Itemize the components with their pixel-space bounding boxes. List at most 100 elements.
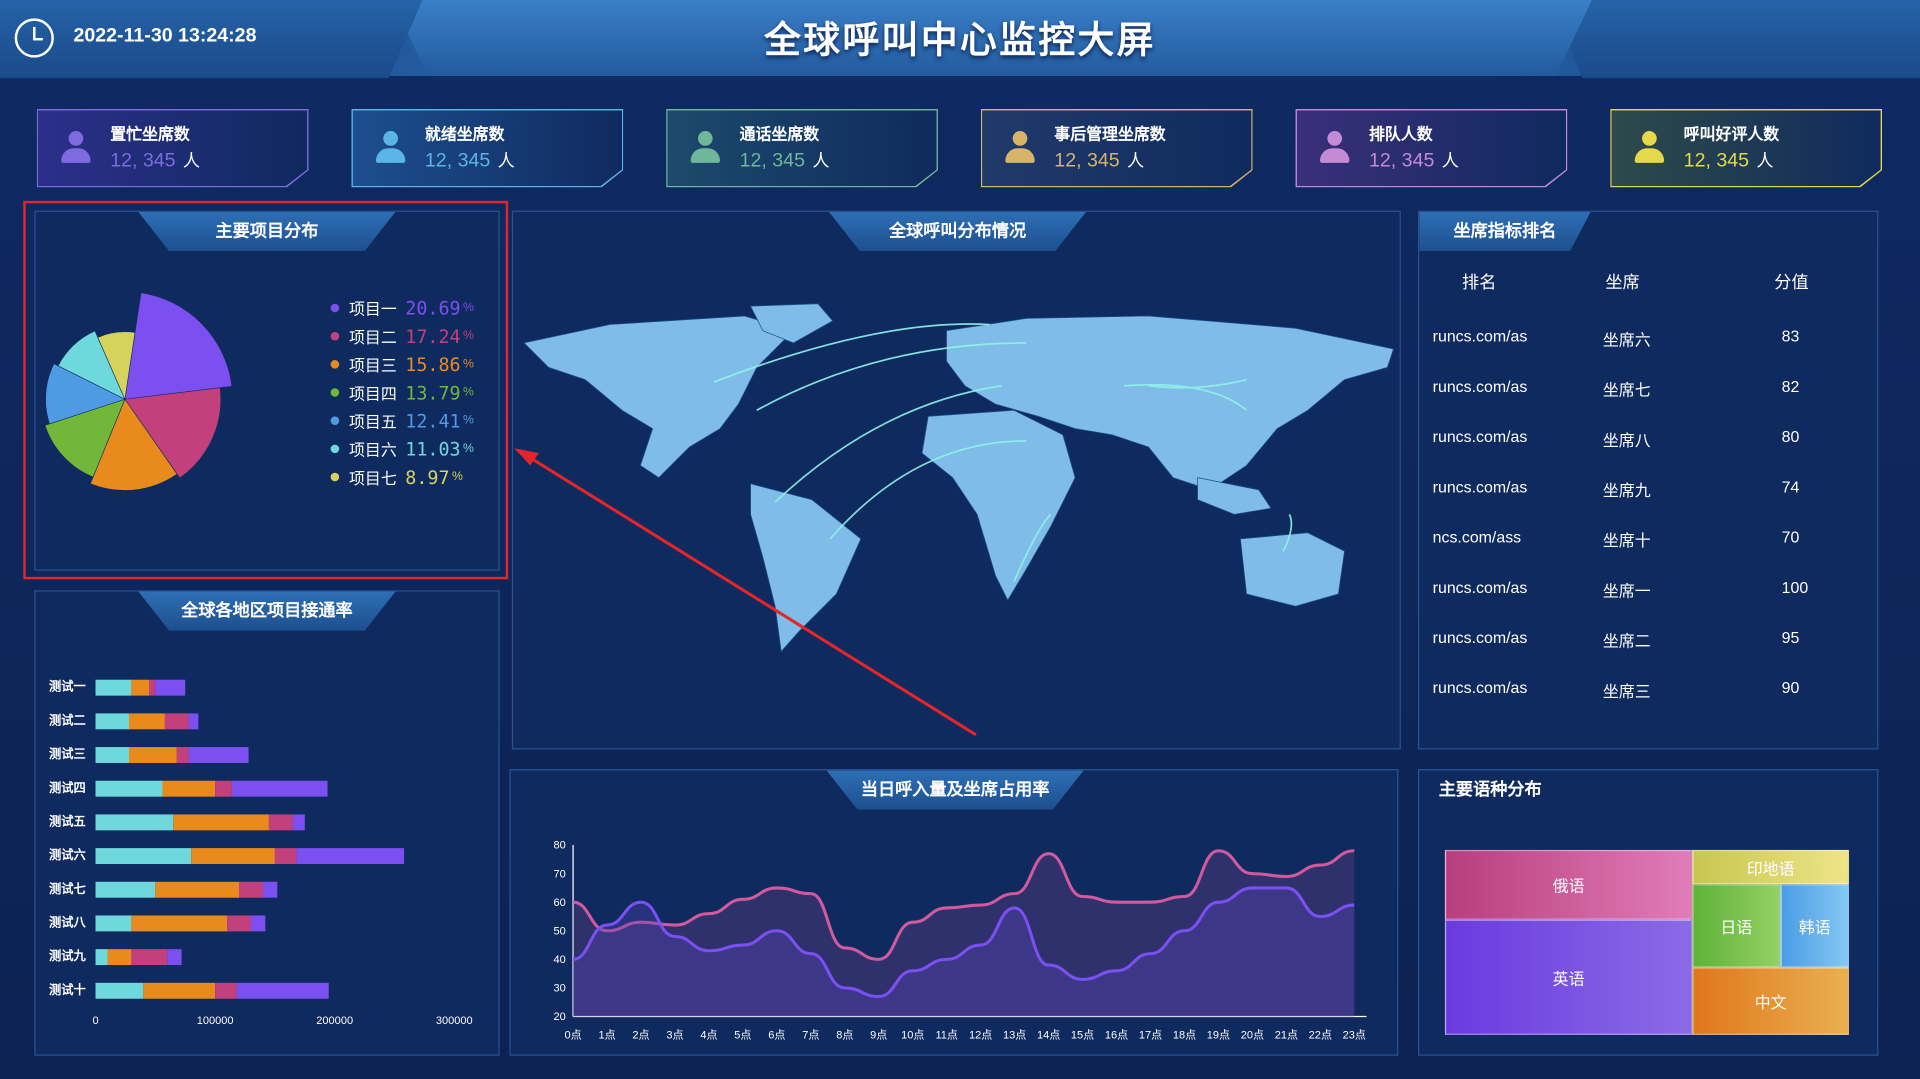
header: 2022-11-30 13:24:28 全球呼叫中心监控大屏 bbox=[0, 0, 1920, 79]
southeast-asia bbox=[1197, 477, 1272, 515]
x-tick-label: 100000 bbox=[197, 1015, 234, 1027]
x-tick-label: 200000 bbox=[316, 1015, 353, 1027]
bar-segment bbox=[95, 982, 144, 999]
bar-segment bbox=[155, 679, 186, 696]
bar-segment bbox=[162, 780, 216, 797]
table-cell: runcs.com/as bbox=[1432, 326, 1528, 346]
x-tick-label: 6点 bbox=[768, 1029, 785, 1042]
table-cell: runcs.com/as bbox=[1432, 578, 1528, 597]
bar-segment bbox=[95, 881, 156, 898]
x-tick-label: 9点 bbox=[870, 1029, 887, 1042]
stat-value: 12, 345 人 bbox=[739, 150, 830, 172]
x-tick-label: 22点 bbox=[1309, 1029, 1332, 1042]
table-cell: runcs.com/as bbox=[1432, 427, 1528, 446]
x-tick-label: 0点 bbox=[564, 1029, 581, 1042]
x-tick-label: 1点 bbox=[598, 1029, 615, 1042]
table-cell: 坐席十 bbox=[1602, 531, 1651, 550]
y-tick-label: 40 bbox=[553, 954, 565, 966]
x-tick-label: 8点 bbox=[836, 1029, 853, 1042]
stat-card: 通话坐席数 12, 345 人 bbox=[666, 108, 938, 188]
user-icon bbox=[1634, 131, 1665, 165]
x-tick-label: 0 bbox=[92, 1015, 98, 1027]
bar-segment bbox=[215, 780, 232, 797]
table-cell: ncs.com/ass bbox=[1432, 527, 1522, 547]
x-tick-label: 17点 bbox=[1139, 1029, 1162, 1042]
stat-label: 事后管理坐席数 bbox=[1054, 124, 1166, 144]
user-icon bbox=[375, 131, 406, 165]
bar-segment bbox=[250, 915, 266, 932]
legend-item: 项目七 8.97% bbox=[330, 463, 474, 491]
table-cell: 坐席二 bbox=[1602, 631, 1651, 651]
bar-segment bbox=[95, 814, 174, 831]
bar-segment bbox=[95, 780, 163, 797]
page-title: 全球呼叫中心监控大屏 bbox=[764, 20, 1156, 62]
bar-segment bbox=[296, 848, 405, 865]
y-tick-label: 测试九 bbox=[49, 948, 86, 963]
table-cell: 82 bbox=[1781, 377, 1800, 396]
table-cell: 坐席三 bbox=[1602, 682, 1651, 701]
stat-card: 排队人数 12, 345 人 bbox=[1295, 108, 1568, 188]
x-tick-label: 20点 bbox=[1241, 1029, 1264, 1042]
bar-segment bbox=[188, 747, 249, 763]
table-cell: runcs.com/as bbox=[1432, 377, 1528, 396]
x-tick-label: 21点 bbox=[1275, 1029, 1298, 1042]
user-icon bbox=[1005, 131, 1035, 165]
stat-card: 呼叫好评人数 12, 345 人 bbox=[1610, 108, 1883, 188]
x-tick-label: 23点 bbox=[1343, 1029, 1366, 1042]
bar-segment bbox=[191, 848, 275, 865]
bar-segment bbox=[167, 949, 182, 966]
stat-value: 12, 345 人 bbox=[424, 150, 515, 172]
y-tick-label: 测试三 bbox=[49, 746, 86, 761]
x-tick-label: 14点 bbox=[1037, 1029, 1060, 1042]
bar-segment bbox=[236, 982, 329, 999]
bar-segment bbox=[131, 915, 228, 932]
bar-segment bbox=[131, 679, 150, 696]
bar-segment bbox=[176, 747, 189, 763]
table-cell: 坐席七 bbox=[1602, 380, 1651, 400]
x-tick-label: 10点 bbox=[901, 1029, 924, 1042]
table-cell: 70 bbox=[1781, 527, 1800, 547]
stat-label: 呼叫好评人数 bbox=[1683, 124, 1780, 144]
y-tick-label: 30 bbox=[553, 983, 565, 995]
panel-title: 坐席指标排名 bbox=[1419, 211, 1591, 252]
stat-value: 12, 345 人 bbox=[1368, 150, 1459, 172]
user-icon bbox=[61, 131, 91, 165]
treemap-tile: 印地语 bbox=[1692, 849, 1849, 885]
x-tick-label: 5点 bbox=[734, 1029, 751, 1042]
stat-value: 12, 345 人 bbox=[1683, 150, 1774, 172]
y-tick-label: 60 bbox=[553, 897, 565, 909]
bar-segment bbox=[268, 814, 293, 831]
legend-item: 项目五 12.41% bbox=[330, 407, 474, 435]
x-tick-label: 7点 bbox=[802, 1029, 819, 1042]
y-tick-label: 测试一 bbox=[49, 679, 86, 694]
stat-card: 就绪坐席数 12, 345 人 bbox=[351, 108, 624, 188]
user-icon bbox=[690, 131, 721, 165]
y-tick-label: 70 bbox=[553, 868, 565, 880]
table-cell: 95 bbox=[1781, 628, 1800, 647]
bar-segment bbox=[95, 713, 129, 730]
y-tick-label: 80 bbox=[553, 840, 565, 852]
table-cell: 坐席八 bbox=[1602, 431, 1651, 450]
stat-value: 12, 345 人 bbox=[110, 150, 201, 172]
legend-item: 项目二 17.24% bbox=[330, 322, 474, 350]
stat-label: 置忙坐席数 bbox=[110, 124, 190, 144]
bar-segment bbox=[95, 848, 192, 865]
bar-segment bbox=[107, 949, 132, 966]
legend-item: 项目三 15.86% bbox=[330, 350, 474, 378]
bar-segment bbox=[149, 679, 156, 696]
bar-segment bbox=[95, 949, 108, 966]
line-chart: 20 30 40 50 60 70 80 0点 1点 2点 3点 4点 5点 6点 7点 8点 9点 10点 11点… bbox=[553, 840, 1367, 1042]
x-tick-label: 12点 bbox=[969, 1029, 992, 1042]
stat-value: 12, 345 人 bbox=[1054, 150, 1145, 172]
table-cell: 90 bbox=[1781, 678, 1800, 697]
y-tick-label: 测试七 bbox=[49, 881, 86, 896]
legend-item: 项目一 20.69% bbox=[330, 294, 474, 322]
bar-segment bbox=[262, 881, 278, 898]
bar-segment bbox=[231, 780, 328, 797]
australia bbox=[1240, 532, 1345, 607]
bar-segment bbox=[188, 713, 199, 730]
table-cell: 坐席六 bbox=[1602, 330, 1651, 350]
bar-segment bbox=[239, 881, 263, 898]
treemap-tile: 韩语 bbox=[1780, 884, 1849, 968]
table-cell: 80 bbox=[1781, 427, 1800, 446]
